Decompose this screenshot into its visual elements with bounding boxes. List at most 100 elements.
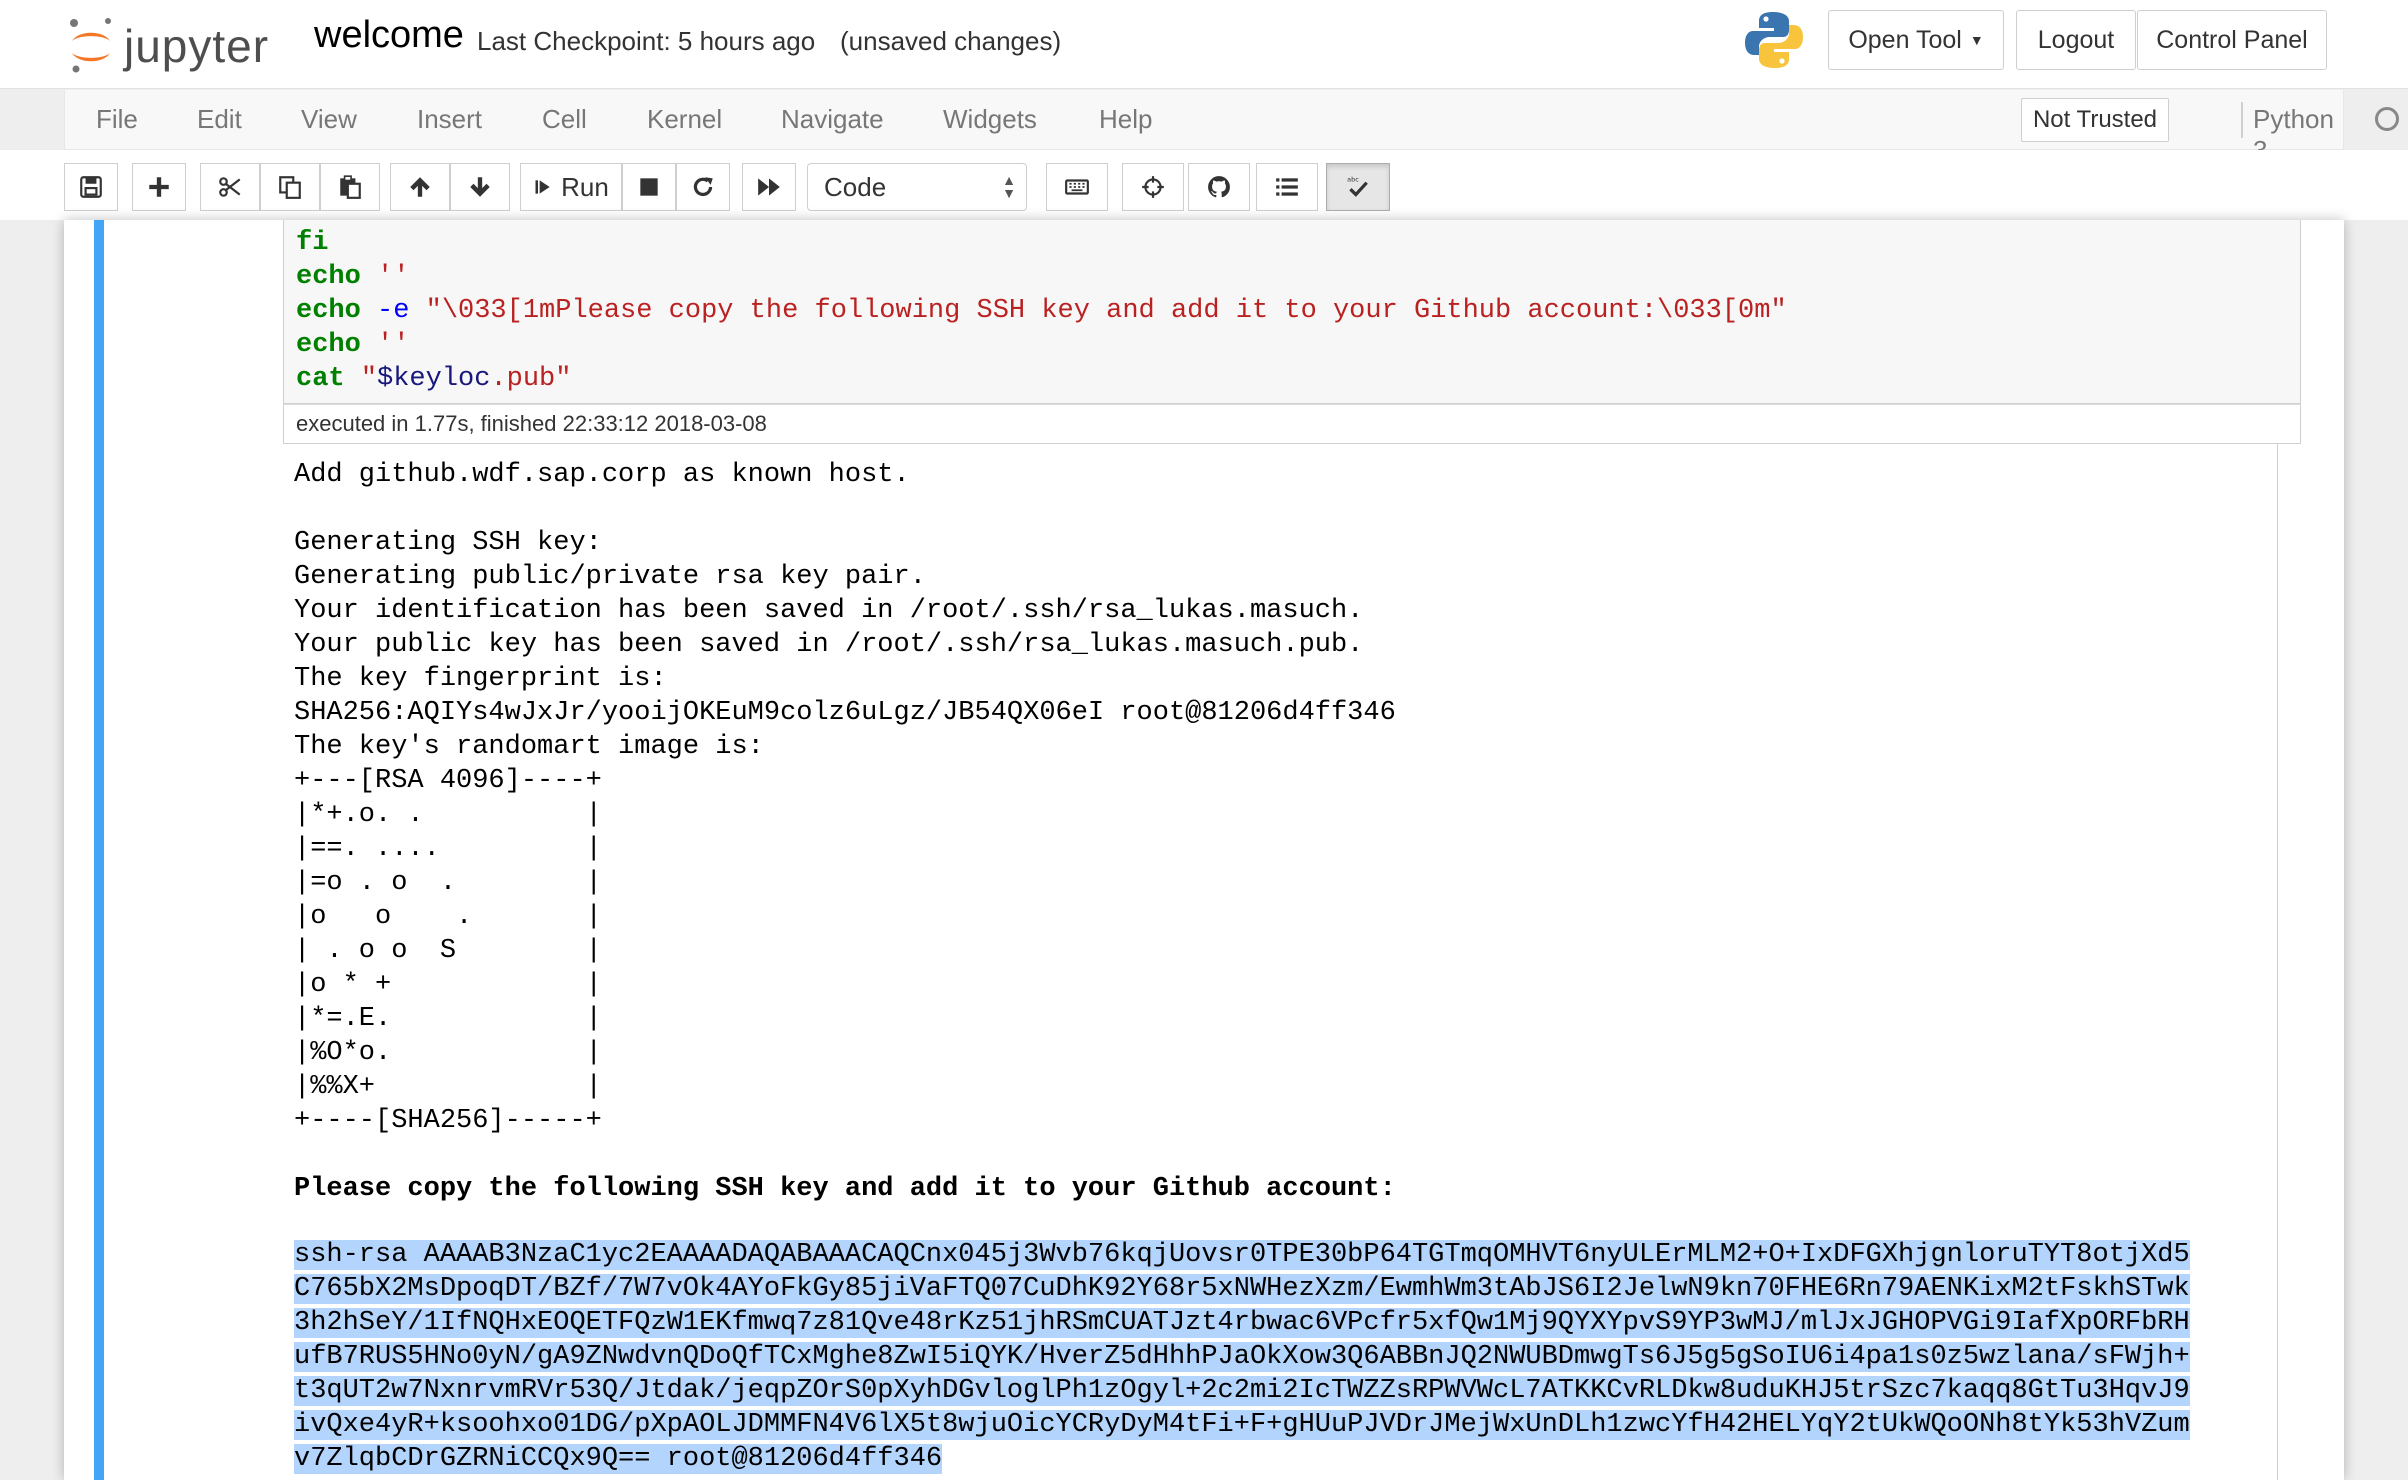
code-line-text: fi bbox=[296, 228, 329, 258]
output-line: |==. .... | bbox=[294, 834, 602, 864]
output-line: |o o . | bbox=[294, 902, 602, 932]
menu-insert[interactable]: Insert bbox=[417, 104, 482, 135]
output-line bbox=[294, 1138, 1396, 1172]
interrupt-button[interactable] bbox=[622, 163, 676, 211]
ssh-key-line: 3h2hSeY/1IfNQHxEOQETFQzW1EKfmwq7z81Qve48… bbox=[294, 1306, 2190, 1340]
ssh-key-line: ssh-rsa AAAAB3NzaC1yc2EAAAADAQABAAACAQCn… bbox=[294, 1238, 2190, 1272]
selected-text: t3qUT2w7NxnrvmRVr53Q/Jtdak/jeqpZOrS0pXyh… bbox=[294, 1376, 2190, 1406]
ssh-key-line: v7ZlqbCDrGZRNiCCQx9Q== root@81206d4ff346 bbox=[294, 1442, 2190, 1476]
cell-type-value: Code bbox=[824, 171, 887, 202]
menu-help[interactable]: Help bbox=[1099, 104, 1152, 135]
control-panel-button[interactable]: Control Panel bbox=[2137, 10, 2327, 70]
fast-forward-icon bbox=[758, 178, 780, 196]
output-line: The key's randomart image is: bbox=[294, 732, 764, 762]
selected-cell-indicator bbox=[94, 220, 104, 1480]
cell-output: Add github.wdf.sap.corp as known host. G… bbox=[294, 458, 1396, 1206]
github-icon bbox=[1208, 176, 1230, 198]
arrow-down-icon bbox=[470, 177, 490, 197]
move-down-button[interactable] bbox=[450, 163, 510, 211]
open-tool-label: Open Tool bbox=[1848, 25, 1962, 54]
selected-text: C765bX2MsDpoqDT/BZf/7W7vOk4AYoFkGy85jiVa… bbox=[294, 1274, 2190, 1304]
navigate-button[interactable] bbox=[1122, 163, 1184, 211]
restart-button[interactable] bbox=[676, 163, 730, 211]
ssh-key-output[interactable]: ssh-rsa AAAAB3NzaC1yc2EAAAADAQABAAACAQCn… bbox=[294, 1238, 2190, 1476]
save-button[interactable] bbox=[64, 163, 118, 211]
insert-cell-button[interactable] bbox=[132, 163, 186, 211]
output-line: |=o . o . | bbox=[294, 868, 602, 898]
keyboard-icon bbox=[1065, 179, 1089, 195]
output-line: |o * + | bbox=[294, 970, 602, 1000]
scissors-icon bbox=[219, 177, 241, 197]
paste-button[interactable] bbox=[320, 163, 380, 211]
header: jupyter welcome Last Checkpoint: 5 hours… bbox=[0, 0, 2408, 89]
spellcheck-toggle[interactable]: abc bbox=[1326, 163, 1390, 211]
toc-button[interactable] bbox=[1256, 163, 1318, 211]
arrow-up-icon bbox=[410, 177, 430, 197]
output-line: | . o o S | bbox=[294, 936, 602, 966]
output-line: |*=.E. | bbox=[294, 1004, 602, 1034]
output-bold-line: Please copy the following SSH key and ad… bbox=[294, 1174, 1396, 1204]
menu-cell[interactable]: Cell bbox=[542, 104, 587, 135]
menu-edit[interactable]: Edit bbox=[197, 104, 242, 135]
svg-text:abc: abc bbox=[1347, 176, 1359, 184]
code-line: echo '' bbox=[296, 328, 1787, 362]
copy-button[interactable] bbox=[260, 163, 320, 211]
logo-text: jupyter bbox=[124, 20, 270, 72]
save-icon bbox=[80, 176, 102, 198]
not-trusted-button[interactable]: Not Trusted bbox=[2021, 98, 2169, 142]
menu-kernel[interactable]: Kernel bbox=[647, 104, 722, 135]
output-line: +----[SHA256]-----+ bbox=[294, 1106, 602, 1136]
output-line: |%%X+ | bbox=[294, 1072, 602, 1102]
menu-file[interactable]: File bbox=[96, 104, 138, 135]
menu-navigate[interactable]: Navigate bbox=[781, 104, 884, 135]
jupyter-logo-icon bbox=[70, 18, 111, 73]
run-button[interactable]: Run bbox=[520, 163, 622, 211]
restart-run-all-button[interactable] bbox=[742, 163, 796, 211]
code-keyword: echo bbox=[296, 262, 361, 292]
command-palette-button[interactable] bbox=[1046, 163, 1108, 211]
copy-icon bbox=[279, 176, 301, 199]
code-keyword: echo bbox=[296, 330, 361, 360]
menu-view[interactable]: View bbox=[301, 104, 357, 135]
ssh-key-line: ivQxe4yR+ksoohxo01DG/pXpAOLJDMMFN4V6lX5t… bbox=[294, 1408, 2190, 1442]
kernel-divider bbox=[2241, 102, 2243, 138]
code-option: -e bbox=[377, 296, 410, 326]
output-line: The key fingerprint is: bbox=[294, 664, 667, 694]
caret-down-icon: ▼ bbox=[1969, 32, 1984, 48]
logout-button[interactable]: Logout bbox=[2016, 10, 2136, 70]
ssh-key-line: C765bX2MsDpoqDT/BZf/7W7vOk4AYoFkGy85jiVa… bbox=[294, 1272, 2190, 1306]
not-trusted-label: Not Trusted bbox=[2032, 106, 2158, 133]
refresh-icon bbox=[693, 177, 713, 197]
menu-widgets[interactable]: Widgets bbox=[943, 104, 1037, 135]
code-variable: $keyloc bbox=[377, 364, 491, 394]
logout-label: Logout bbox=[2037, 25, 2115, 54]
menubar: File Edit View Insert Cell Kernel Naviga… bbox=[64, 90, 2399, 165]
code-line: fi bbox=[296, 226, 1787, 260]
notebook-name[interactable]: welcome bbox=[314, 14, 464, 57]
cell-input-area[interactable]: fi echo '' echo -e "\033[1mPlease copy t… bbox=[283, 220, 2301, 404]
github-button[interactable] bbox=[1188, 163, 1250, 211]
step-forward-icon bbox=[535, 180, 550, 194]
move-up-button[interactable] bbox=[390, 163, 450, 211]
selected-text: 3h2hSeY/1IfNQHxEOQETFQzW1EKfmwq7z81Qve48… bbox=[294, 1308, 2190, 1338]
code-string: " bbox=[360, 364, 378, 394]
output-line: Generating SSH key: bbox=[294, 528, 602, 558]
notebook-container: fi echo '' echo -e "\033[1mPlease copy t… bbox=[64, 220, 2344, 1480]
cut-button[interactable] bbox=[200, 163, 260, 211]
toolbar: Run Code ▲ ▼ abc bbox=[0, 150, 2408, 220]
cell-type-select[interactable]: Code ▲ ▼ bbox=[807, 163, 1027, 211]
crosshairs-icon bbox=[1142, 176, 1164, 198]
ssh-key-line: t3qUT2w7NxnrvmRVr53Q/Jtdak/jeqpZOrS0pXyh… bbox=[294, 1374, 2190, 1408]
code-editor[interactable]: fi echo '' echo -e "\033[1mPlease copy t… bbox=[296, 226, 1787, 396]
jupyter-logo[interactable]: jupyter bbox=[68, 12, 269, 80]
code-string: '' bbox=[377, 330, 410, 360]
checkpoint-status: Last Checkpoint: 5 hours ago bbox=[477, 26, 816, 56]
code-keyword: echo bbox=[296, 296, 361, 326]
output-line: +---[RSA 4096]----+ bbox=[294, 766, 602, 796]
output-text: Add github.wdf.sap.corp as known host. G… bbox=[294, 458, 1396, 1172]
output-line: Add github.wdf.sap.corp as known host. bbox=[294, 460, 910, 490]
output-line: Your identification has been saved in /r… bbox=[294, 596, 1364, 626]
control-panel-label: Control Panel bbox=[2156, 25, 2308, 54]
output-line: SHA256:AQIYs4wJxJr/yooijOKEuM9colz6uLgz/… bbox=[294, 698, 1396, 728]
open-tool-button[interactable]: Open Tool ▼ bbox=[1828, 10, 2004, 70]
